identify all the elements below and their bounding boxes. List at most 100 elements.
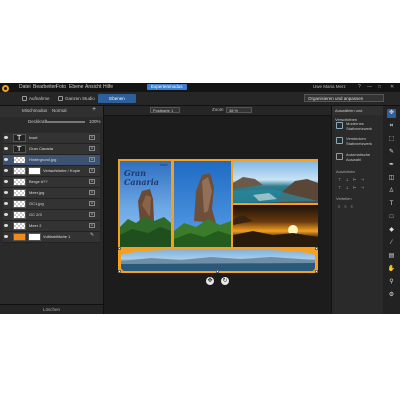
layer-row[interactable]: T Gran Canaria fx [3, 144, 100, 155]
rock-photo-left[interactable]: Gran Canaria Insel [120, 161, 171, 247]
menu-ebene[interactable]: Ebene [69, 84, 83, 90]
menu-ansicht[interactable]: Ansicht [85, 84, 101, 90]
expert-mode-badge[interactable]: Expertenmodus [147, 84, 187, 90]
layer-thumbnail [13, 200, 26, 208]
stamp-tool-icon[interactable]: ♙ [387, 187, 396, 196]
blend-mode-label: Mischmodus [22, 108, 48, 113]
capture-button[interactable]: Aufnahme [22, 95, 50, 102]
canvas-header: Postkarte 1 Zoom 38 % [104, 106, 331, 116]
eraser-tool-icon[interactable]: ◫ [387, 174, 396, 183]
option-hide-network[interactable]: Verstecken Stativnetzwerk [346, 136, 382, 146]
transform-handle[interactable] [315, 270, 318, 273]
shape-tool-icon[interactable]: □ [387, 213, 396, 222]
eye-icon[interactable] [4, 235, 8, 238]
fx-icon[interactable]: fx [89, 157, 95, 162]
fx-icon[interactable]: fx [89, 223, 95, 228]
user-name[interactable]: Uwe Maria Merz [313, 84, 346, 90]
opacity-value[interactable]: 100% [89, 119, 101, 125]
fill-tool-icon[interactable]: ◆ [387, 226, 396, 235]
collage-subtitle[interactable]: Insel [160, 163, 167, 167]
coast-photo[interactable] [233, 161, 318, 203]
layer-name: Vollfarbfläche 1 [43, 234, 71, 239]
brush-icon[interactable]: ✎ [89, 233, 95, 239]
option-auto-select[interactable]: Automatische Auswahl [346, 152, 382, 162]
zoom-select[interactable]: 38 % [226, 107, 252, 113]
transform-handle[interactable] [315, 247, 318, 250]
panorama-photo[interactable] [121, 249, 315, 271]
option-modern-network[interactable]: Modernes Stativnetzwerk [346, 121, 382, 131]
menu-foto[interactable]: Foto [56, 84, 66, 90]
eye-icon[interactable] [4, 224, 8, 227]
eye-icon[interactable] [4, 180, 8, 183]
settings-tool-icon[interactable]: ⚙ [387, 291, 396, 300]
studio-icon [58, 96, 63, 102]
crop-tool-icon[interactable]: ⌗ [387, 122, 396, 131]
menu-bearbeiten[interactable]: Bearbeiten [33, 84, 57, 90]
hand-tool-icon[interactable]: ✋ [387, 265, 396, 274]
transform-handle[interactable] [118, 247, 121, 250]
workspace-dropdown[interactable]: Organisieren und anpassen [304, 94, 384, 102]
layer-row[interactable]: Verlaufsfarbe / Kopie fx [3, 166, 100, 177]
distribute-icons[interactable]: ≡≡≡ [338, 204, 357, 209]
transform-handle[interactable] [216, 270, 219, 273]
menu-datei[interactable]: Datei [19, 84, 31, 90]
fx-icon[interactable]: fx [89, 179, 95, 184]
move-tool-icon[interactable]: ✥ [387, 109, 396, 118]
gradient-tool-icon[interactable]: ▤ [387, 252, 396, 261]
rock-photo-center[interactable] [174, 161, 231, 247]
layer-row[interactable]: Meer 2 fx [3, 221, 100, 232]
delete-layer-button[interactable]: Löschen [0, 304, 103, 314]
select-tool-icon[interactable]: ⬚ [387, 135, 396, 144]
layer-name: GC1.jpg [29, 201, 44, 206]
minimize-icon[interactable]: — [367, 84, 372, 90]
move-icon[interactable]: ✥ [206, 277, 214, 285]
fx-icon[interactable]: fx [89, 201, 95, 206]
add-layer-icon[interactable]: + [92, 106, 96, 113]
transform-handle[interactable] [118, 270, 121, 273]
eye-icon[interactable] [4, 158, 8, 161]
fx-icon[interactable]: fx [89, 135, 95, 140]
layer-row[interactable]: GC 2/3 fx [3, 210, 100, 221]
layer-row[interactable]: Meer.jpg fx [3, 188, 100, 199]
eye-icon[interactable] [4, 169, 8, 172]
pen-tool-icon[interactable]: ✒ [387, 161, 396, 170]
zoom-tool-icon[interactable]: ⚲ [387, 278, 396, 287]
maximize-icon[interactable]: □ [378, 84, 381, 90]
collage-title[interactable]: Gran Canaria [124, 169, 171, 187]
align-icons[interactable]: ⊤⊥⊢⊣ [338, 177, 368, 182]
align-icons-row2[interactable]: ⊤⊥⊢⊣ [338, 185, 368, 190]
sunset-photo[interactable] [233, 205, 318, 247]
fx-icon[interactable]: fx [89, 212, 95, 217]
layer-thumbnail [13, 189, 26, 197]
stativ-hide-icon[interactable] [336, 137, 343, 144]
text-tool-icon[interactable]: T [387, 200, 396, 209]
layer-row-selected[interactable]: Hintergrund.jpg fx [3, 155, 100, 166]
stativ-modern-icon[interactable] [336, 122, 343, 129]
dropper-tool-icon[interactable]: ⁄ [387, 239, 396, 248]
document-select[interactable]: Postkarte 1 [150, 107, 180, 113]
help-icon[interactable]: ? [358, 84, 361, 90]
close-icon[interactable]: ✕ [390, 84, 394, 90]
menu-hilfe[interactable]: Hilfe [103, 84, 113, 90]
layer-row[interactable]: Vollfarbfläche 1 ✎ [3, 232, 100, 243]
rotate-icon[interactable]: ↻ [221, 277, 229, 285]
auto-select-checkbox[interactable] [336, 153, 343, 160]
fx-icon[interactable]: fx [89, 168, 95, 173]
layer-row[interactable]: GC1.jpg fx [3, 199, 100, 210]
canvas-area[interactable]: Postkarte 1 Zoom 38 % Gran Canaria Insel [104, 106, 331, 314]
layer-row[interactable]: Berge #?? fx [3, 177, 100, 188]
brush-tool-icon[interactable]: ✎ [387, 148, 396, 157]
eye-icon[interactable] [4, 136, 8, 139]
eye-icon[interactable] [4, 147, 8, 150]
eye-icon[interactable] [4, 202, 8, 205]
eye-icon[interactable] [4, 213, 8, 216]
fx-icon[interactable]: fx [89, 146, 95, 151]
eye-icon[interactable] [4, 191, 8, 194]
blend-mode-select[interactable]: Normal [52, 108, 67, 114]
studio-button[interactable]: Ganzen Studio [58, 95, 95, 102]
collage-canvas[interactable]: Gran Canaria Insel [118, 159, 318, 273]
tab-layers[interactable]: Ebenen [98, 94, 136, 103]
layer-row[interactable]: T Insel fx [3, 133, 100, 144]
fx-icon[interactable]: fx [89, 190, 95, 195]
opacity-slider[interactable] [45, 121, 85, 123]
